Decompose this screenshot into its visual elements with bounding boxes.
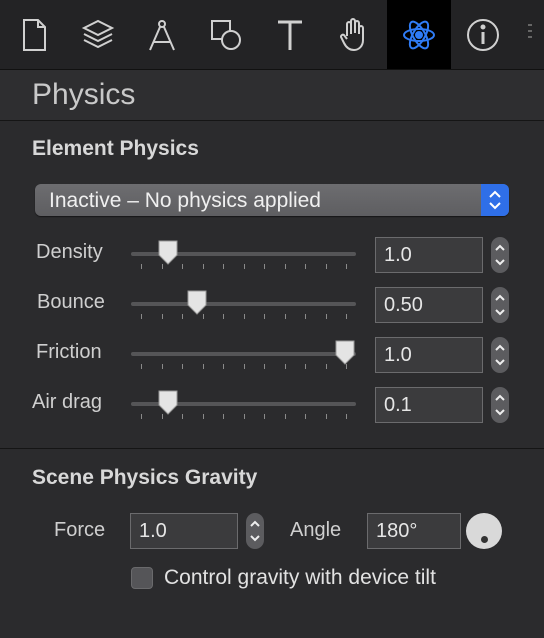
slider-tick	[305, 364, 306, 369]
density-slider[interactable]	[131, 238, 356, 269]
slider-tick	[141, 414, 142, 419]
slider-tick	[284, 414, 286, 419]
slider-tick	[305, 414, 306, 419]
slider-tick	[141, 264, 142, 269]
device-tilt-checkbox[interactable]	[131, 567, 153, 589]
slider-tick	[223, 414, 224, 419]
slider-tick	[284, 264, 286, 269]
slider-tick	[346, 314, 347, 319]
air-drag-stepper[interactable]	[491, 387, 509, 423]
bounce-stepper[interactable]	[491, 287, 509, 323]
slider-tick	[346, 414, 347, 419]
slider-thumb[interactable]	[157, 389, 179, 416]
slider-track	[131, 352, 356, 356]
slider-tick	[325, 314, 327, 319]
physics-mode-select[interactable]: Inactive – No physics applied	[35, 184, 509, 216]
slider-tick	[264, 264, 265, 269]
density-stepper[interactable]	[491, 237, 509, 273]
slider-tick	[325, 414, 327, 419]
slider-tick	[161, 364, 163, 369]
angle-field[interactable]: 180°	[367, 513, 461, 549]
document-icon[interactable]	[2, 0, 66, 69]
friction-field[interactable]: 1.0	[375, 337, 483, 373]
air-drag-field[interactable]: 0.1	[375, 387, 483, 423]
slider-tick	[141, 314, 142, 319]
device-tilt-label[interactable]: Control gravity with device tilt	[164, 566, 436, 590]
slider-tick	[223, 264, 224, 269]
bounce-field[interactable]: 0.50	[375, 287, 483, 323]
slider-tick	[141, 364, 142, 369]
angle-dial-indicator	[481, 536, 488, 543]
text-icon[interactable]	[258, 0, 322, 69]
slider-tick	[182, 264, 183, 269]
toolbar	[0, 0, 544, 70]
slider-tick	[182, 414, 183, 419]
force-field[interactable]: 1.0	[130, 513, 238, 549]
panel-header: Physics	[0, 70, 544, 121]
slider-tick	[223, 364, 224, 369]
info-icon[interactable]	[451, 0, 515, 69]
air-drag-slider[interactable]	[131, 388, 356, 419]
element-physics-title: Element Physics	[32, 137, 199, 160]
slider-tick	[223, 314, 224, 319]
scene-gravity-title: Scene Physics Gravity	[32, 466, 258, 489]
density-label: Density	[36, 241, 103, 263]
slider-tick	[284, 364, 286, 369]
slider-tick	[202, 364, 204, 369]
physics-atom-icon[interactable]	[387, 0, 451, 69]
hand-icon[interactable]	[322, 0, 386, 69]
slider-thumb[interactable]	[334, 339, 356, 366]
slider-track	[131, 302, 356, 306]
section-divider	[0, 448, 544, 449]
friction-label: Friction	[36, 341, 102, 363]
compass-icon[interactable]	[130, 0, 194, 69]
slider-tick	[243, 414, 245, 419]
slider-thumb[interactable]	[157, 239, 179, 266]
slider-tick	[346, 264, 347, 269]
slider-tick	[161, 314, 163, 319]
slider-tick	[284, 314, 286, 319]
slider-tick	[305, 264, 306, 269]
slider-tick	[305, 314, 306, 319]
select-arrows-icon	[481, 184, 509, 216]
bounce-slider[interactable]	[131, 288, 356, 319]
slider-tick	[243, 314, 245, 319]
density-field[interactable]: 1.0	[375, 237, 483, 273]
angle-label: Angle	[290, 519, 342, 541]
angle-dial[interactable]	[466, 513, 502, 549]
slider-tick	[264, 414, 265, 419]
friction-slider[interactable]	[131, 338, 356, 369]
friction-stepper[interactable]	[491, 337, 509, 373]
slider-tick	[325, 364, 327, 369]
slider-tick	[202, 264, 204, 269]
bounce-label: Bounce	[37, 291, 105, 313]
shapes-icon[interactable]	[194, 0, 258, 69]
slider-tick	[202, 414, 204, 419]
slider-thumb[interactable]	[186, 289, 208, 316]
slider-tick	[264, 364, 265, 369]
slider-tick	[243, 364, 245, 369]
slider-tick	[243, 264, 245, 269]
slider-tick	[264, 314, 265, 319]
force-stepper[interactable]	[246, 513, 264, 549]
air-drag-label: Air drag	[32, 391, 103, 413]
toolbar-overflow-grip-icon[interactable]	[528, 24, 532, 46]
physics-mode-value: Inactive – No physics applied	[49, 189, 321, 212]
slider-tick	[182, 364, 183, 369]
slider-tick	[325, 264, 327, 269]
force-label: Force	[54, 519, 106, 541]
panel-title: Physics	[32, 78, 136, 111]
layers-icon[interactable]	[66, 0, 130, 69]
slider-tick	[182, 314, 183, 319]
